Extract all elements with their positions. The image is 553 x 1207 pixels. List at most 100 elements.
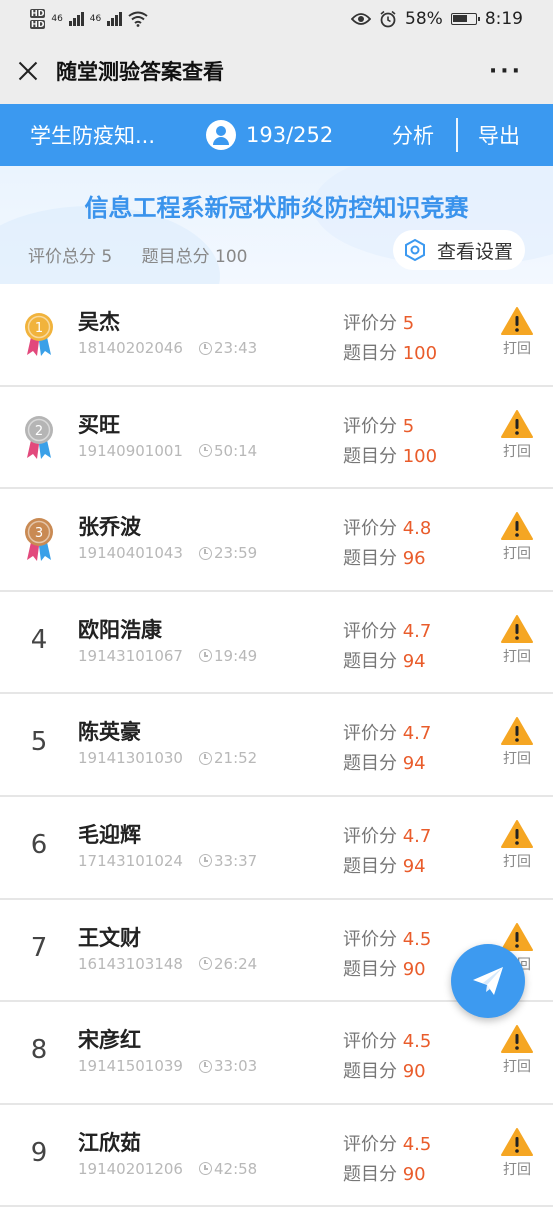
clock-icon — [198, 444, 212, 458]
elapsed-time: 21:52 — [213, 749, 258, 768]
table-row[interactable]: 8 宋彦红 19141501039 33:03 评价分 4.5 题目分 90 打… — [0, 1002, 553, 1105]
eval-score-line: 评价分 5 — [343, 309, 437, 339]
student-meta: 17143101024 33:37 — [78, 852, 257, 870]
score-block: 评价分 4.5 题目分 90 — [343, 925, 431, 985]
score-block: 评价分 4.8 题目分 96 — [343, 514, 431, 574]
student-name: 王文财 — [78, 925, 141, 950]
question-score-line: 题目分 90 — [343, 955, 431, 985]
table-row[interactable]: 5 陈英豪 19141301030 21:52 评价分 4.7 题目分 94 打… — [0, 694, 553, 797]
warning-icon — [501, 1127, 533, 1156]
eye-icon — [351, 13, 372, 25]
eval-score-line: 评价分 4.7 — [343, 719, 431, 749]
clock-icon — [198, 751, 212, 765]
report-button[interactable]: 打回 — [498, 409, 536, 461]
paper-plane-icon — [473, 967, 503, 995]
eval-score-label: 评价分 — [343, 723, 403, 745]
report-button[interactable]: 打回 — [498, 306, 536, 358]
elapsed-time: 23:43 — [213, 339, 258, 357]
report-button[interactable]: 打回 — [498, 1024, 536, 1076]
gold-medal-icon: 1 — [25, 313, 53, 356]
eval-score-value: 5 — [402, 313, 415, 334]
elapsed-time: 33:03 — [213, 1057, 258, 1076]
clock-icon — [198, 341, 212, 355]
question-score-value: 90 — [402, 1163, 426, 1185]
battery-icon — [450, 13, 480, 25]
question-score-value: 100 — [402, 445, 438, 467]
report-button[interactable]: 打回 — [498, 614, 536, 666]
report-label: 打回 — [503, 546, 531, 563]
report-button[interactable]: 打回 — [498, 716, 536, 768]
elapsed-time: 19:49 — [213, 646, 258, 665]
student-id: 19140401043 — [78, 544, 183, 563]
signal-label-1: 46 — [51, 14, 63, 24]
ranking-list: 1 吴杰 18140202046 23:43 评价分 5 题目分 100 打回 … — [0, 284, 553, 1207]
export-button[interactable]: 导出 — [478, 120, 520, 150]
report-label: 打回 — [503, 853, 531, 870]
eval-score-label: 评价分 — [343, 415, 403, 437]
silver-medal-icon: 2 — [25, 415, 53, 459]
analyze-button[interactable]: 分析 — [392, 120, 434, 150]
table-row[interactable]: 9 江欣茹 19140201206 42:58 评价分 4.5 题目分 90 打… — [0, 1105, 553, 1207]
question-score-line: 题目分 100 — [343, 442, 437, 472]
medal-rank: 1 — [35, 321, 43, 336]
table-row[interactable]: 3 张乔波 19140401043 23:59 评价分 4.8 题目分 96 打… — [0, 489, 553, 592]
question-score-line: 题目分 94 — [343, 647, 431, 677]
send-fab-button[interactable] — [451, 944, 525, 1018]
participant-count-text: 193/252 — [246, 123, 334, 147]
eval-score-line: 评价分 4.5 — [343, 925, 431, 955]
student-id: 19140201206 — [78, 1159, 183, 1178]
status-bar: HD HD 46 46 58% 8:19 — [0, 0, 553, 38]
table-row[interactable]: 2 买旺 19140901001 50:14 评价分 5 题目分 100 打回 — [0, 387, 553, 490]
question-score-line: 题目分 90 — [343, 1057, 431, 1087]
student-name: 吴杰 — [78, 310, 120, 334]
medal-rank: 2 — [35, 424, 43, 439]
clock-time: 8:19 — [484, 9, 523, 29]
student-id: 19143101067 — [78, 646, 183, 665]
contest-title: 信息工程系新冠状肺炎防控知识竞赛 — [84, 194, 469, 222]
participant-count: 193/252 — [206, 120, 356, 150]
eval-score-line: 评价分 4.7 — [343, 617, 431, 647]
student-id: 16143103148 — [78, 954, 183, 973]
rank-number: 5 — [30, 727, 48, 758]
warning-icon — [501, 512, 533, 541]
table-row[interactable]: 6 毛迎辉 17143101024 33:37 评价分 4.7 题目分 94 打… — [0, 797, 553, 900]
question-score-value: 94 — [402, 855, 426, 877]
question-score-label: 题目分 — [343, 343, 403, 364]
table-row[interactable]: 1 吴杰 18140202046 23:43 评价分 5 题目分 100 打回 — [0, 284, 553, 387]
student-meta: 19143101067 19:49 — [78, 647, 257, 665]
eval-score-label: 评价分 — [343, 825, 403, 847]
elapsed-time: 23:59 — [213, 544, 258, 563]
table-row[interactable]: 4 欧阳浩康 19143101067 19:49 评价分 4.7 题目分 94 … — [0, 592, 553, 695]
medal-rank: 3 — [35, 526, 43, 541]
clock-icon — [198, 649, 212, 663]
signal-icon — [68, 12, 84, 26]
view-settings-button[interactable]: 查看设置 — [392, 230, 525, 270]
signal-label-2: 46 — [89, 14, 102, 24]
eval-score-value: 4.7 — [402, 825, 432, 847]
warning-icon — [501, 409, 533, 438]
view-settings-label: 查看设置 — [436, 240, 513, 263]
question-score-value: 90 — [402, 958, 426, 980]
report-button[interactable]: 打回 — [498, 511, 536, 563]
question-total: 题目总分 100 — [141, 247, 248, 267]
question-score-label: 题目分 — [343, 548, 403, 570]
close-icon[interactable] — [16, 59, 40, 83]
question-score-value: 94 — [402, 650, 426, 672]
report-label: 打回 — [503, 751, 531, 768]
score-block: 评价分 4.5 题目分 90 — [343, 1027, 431, 1087]
more-icon[interactable]: ··· — [489, 59, 537, 84]
header-divider — [456, 118, 458, 152]
eval-score-label: 评价分 — [343, 313, 403, 334]
eval-score-value: 4.5 — [402, 1031, 432, 1053]
eval-score-label: 评价分 — [343, 1133, 403, 1155]
course-name[interactable]: 学生防疫知... — [30, 120, 206, 150]
warning-icon — [501, 717, 533, 746]
hd-label-1: HD — [30, 9, 46, 18]
rank-number: 9 — [30, 1137, 48, 1168]
report-button[interactable]: 打回 — [498, 1127, 536, 1179]
question-score-label: 题目分 — [343, 753, 403, 775]
report-button[interactable]: 打回 — [498, 819, 536, 871]
eval-score-label: 评价分 — [343, 518, 403, 540]
student-name: 欧阳浩康 — [78, 617, 162, 642]
question-score-line: 题目分 94 — [343, 749, 431, 779]
